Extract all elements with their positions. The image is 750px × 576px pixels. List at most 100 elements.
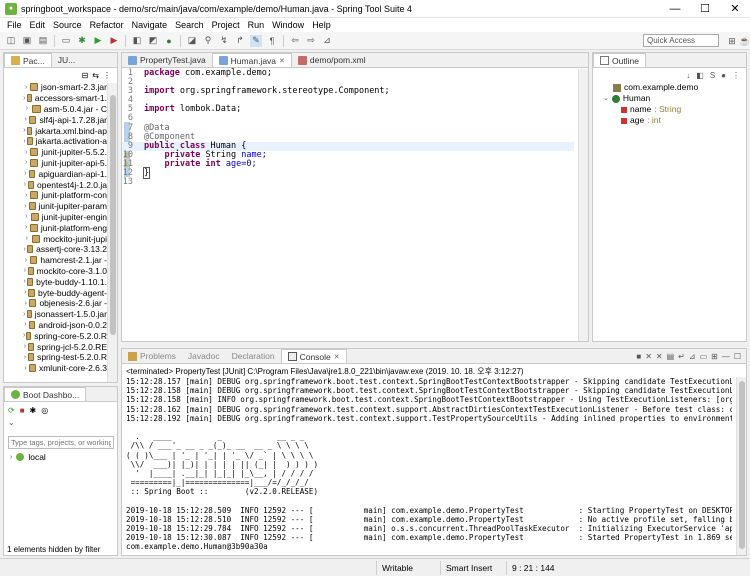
maximize-icon[interactable]: ☐: [734, 352, 741, 361]
annotation-prev-icon[interactable]: ↱: [234, 35, 246, 47]
quick-access-input[interactable]: Quick Access: [643, 34, 719, 47]
close-tab-icon[interactable]: ✕: [334, 353, 340, 361]
tab-javadoc[interactable]: Javadoc: [182, 349, 226, 363]
filter-input[interactable]: [8, 436, 114, 449]
new-icon[interactable]: ◫: [5, 35, 17, 47]
expand-arrow-icon[interactable]: ›: [22, 105, 32, 112]
menu-navigate[interactable]: Navigate: [128, 20, 172, 30]
open-type-icon[interactable]: ◪: [186, 35, 198, 47]
open-console-icon[interactable]: ⊞: [711, 352, 718, 361]
sort-icon[interactable]: ↓: [686, 71, 690, 80]
list-item[interactable]: › assertj-core-3.13.2: [22, 244, 107, 255]
list-item[interactable]: › byte-buddy-agent-: [22, 287, 107, 298]
close-tab-icon[interactable]: ✕: [279, 57, 285, 65]
editor-scrollbar[interactable]: [578, 69, 588, 341]
start-icon[interactable]: ⟳: [8, 406, 15, 415]
list-item[interactable]: › xmlunit-core-2.6.3: [22, 363, 107, 374]
package-explorer-scrollbar[interactable]: [107, 83, 117, 382]
outline-field-name[interactable]: name : String: [621, 104, 746, 115]
menu-help[interactable]: Help: [308, 20, 335, 30]
open-browser-icon[interactable]: ◎: [41, 406, 48, 415]
tab-console[interactable]: Console ✕: [280, 349, 347, 363]
expand-arrow-icon[interactable]: ›: [22, 267, 28, 274]
expand-arrow-icon[interactable]: ›: [22, 95, 27, 102]
hide-nonpublic-icon[interactable]: ●: [721, 71, 726, 80]
expand-arrow-icon[interactable]: ›: [22, 213, 31, 220]
menu-search[interactable]: Search: [171, 20, 208, 30]
list-item[interactable]: › junit-platform-con: [22, 190, 107, 201]
code-editor[interactable]: 1 package com.example.demo; 2 3 import org.s…: [122, 68, 574, 187]
console-output[interactable]: 15:12:28.157 [main] DEBUG org.springfram…: [126, 377, 732, 553]
forward-icon[interactable]: ⇨: [305, 35, 317, 47]
expand-arrow-icon[interactable]: ›: [10, 454, 12, 461]
word-wrap-icon[interactable]: ↵: [678, 352, 685, 361]
list-item[interactable]: › mockito-junit-jupi: [22, 233, 107, 244]
expand-arrow-icon[interactable]: ›: [22, 257, 30, 264]
tab-property-test[interactable]: PropertyTest.java: [122, 53, 212, 67]
terminate-icon[interactable]: ■: [636, 352, 641, 361]
view-menu-icon[interactable]: ⋮: [103, 71, 111, 80]
menu-run[interactable]: Run: [244, 20, 269, 30]
menu-window[interactable]: Window: [268, 20, 308, 30]
expand-arrow-icon[interactable]: ›: [22, 224, 30, 231]
list-item[interactable]: › junit-jupiter-5.5.2.: [22, 147, 107, 158]
hide-fields-icon[interactable]: ◧: [696, 71, 704, 80]
list-item[interactable]: › apiguardian-api-1.: [22, 168, 107, 179]
list-item[interactable]: › objenesis-2.6.jar -: [22, 298, 107, 309]
list-item[interactable]: › slf4j-api-1.7.28.jar: [22, 114, 107, 125]
code-line[interactable]: 5 import lombok.Data;: [122, 105, 574, 114]
scroll-lock-icon[interactable]: ▤: [667, 352, 675, 361]
scrollbar-thumb[interactable]: [739, 381, 745, 549]
local-target[interactable]: › local: [4, 452, 117, 462]
minimize-button[interactable]: —: [660, 3, 690, 15]
expand-arrow-icon[interactable]: ›: [22, 149, 30, 156]
list-item[interactable]: › mockito-core-3.1.0: [22, 266, 107, 277]
expand-arrow-icon[interactable]: ›: [22, 170, 29, 177]
open-perspective-icon[interactable]: ⊞: [726, 35, 738, 47]
expand-arrow-icon[interactable]: ⌄: [603, 93, 609, 104]
debug-icon[interactable]: ✱: [76, 35, 88, 47]
list-item[interactable]: › spring-jcl-5.2.0.RE: [22, 341, 107, 352]
code-line[interactable]: 12}: [122, 167, 574, 180]
terminal-icon[interactable]: ▭: [60, 35, 72, 47]
expand-arrow-icon[interactable]: ›: [22, 365, 29, 372]
expand-arrow-icon[interactable]: ›: [22, 116, 29, 123]
run-external-icon[interactable]: ▶: [108, 35, 120, 47]
menu-edit[interactable]: Edit: [26, 20, 50, 30]
expand-arrow-icon[interactable]: ›: [22, 203, 29, 210]
hide-static-icon[interactable]: S: [710, 71, 715, 80]
display-console-icon[interactable]: ▭: [700, 352, 708, 361]
list-item[interactable]: › junit-platform-eng: [22, 222, 107, 233]
stop-icon[interactable]: ■: [20, 406, 25, 415]
new-class-icon[interactable]: ●: [163, 35, 175, 47]
list-item[interactable]: › spring-test-5.2.0.R: [22, 352, 107, 363]
list-item[interactable]: › opentest4j-1.2.0.ja: [22, 179, 107, 190]
tab-pom-xml[interactable]: demo/pom.xml: [292, 53, 372, 67]
new-java-project-icon[interactable]: ◧: [131, 35, 143, 47]
tab-human-java[interactable]: Human.java ✕: [211, 53, 292, 67]
back-icon[interactable]: ⇦: [289, 35, 301, 47]
expand-arrow-icon[interactable]: ›: [22, 300, 29, 307]
annotation-next-icon[interactable]: ↯: [218, 35, 230, 47]
list-item[interactable]: › hamcrest-2.1.jar -: [22, 255, 107, 266]
pin-console-icon[interactable]: ⊿: [689, 352, 696, 361]
list-item[interactable]: › android-json-0.0.2: [22, 320, 107, 331]
run-icon[interactable]: ▶: [92, 35, 104, 47]
code-line[interactable]: 6: [122, 114, 574, 123]
list-item[interactable]: › spring-core-5.2.0.R: [22, 330, 107, 341]
new-package-icon[interactable]: ◩: [147, 35, 159, 47]
maximize-button[interactable]: ☐: [690, 2, 720, 15]
expand-arrow-icon[interactable]: ›: [22, 311, 27, 318]
outline-package[interactable]: com.example.demo: [613, 82, 746, 93]
view-menu-icon[interactable]: ⋮: [732, 71, 740, 80]
list-item[interactable]: › junit-jupiter-engin: [22, 212, 107, 223]
outline-class[interactable]: ⌄ Human: [603, 93, 746, 104]
expand-arrow-icon[interactable]: ›: [22, 192, 30, 199]
remove-launch-icon[interactable]: ✕: [645, 352, 652, 361]
link-editor-icon[interactable]: ⇆: [92, 71, 99, 80]
save-all-icon[interactable]: ▤: [37, 35, 49, 47]
list-item[interactable]: › jsonassert-1.5.0.jar: [22, 309, 107, 320]
block-selection-icon[interactable]: ¶: [266, 35, 278, 47]
list-item[interactable]: › jakarta.xml.bind-ap: [22, 125, 107, 136]
list-item[interactable]: › junit-jupiter-param: [22, 201, 107, 212]
